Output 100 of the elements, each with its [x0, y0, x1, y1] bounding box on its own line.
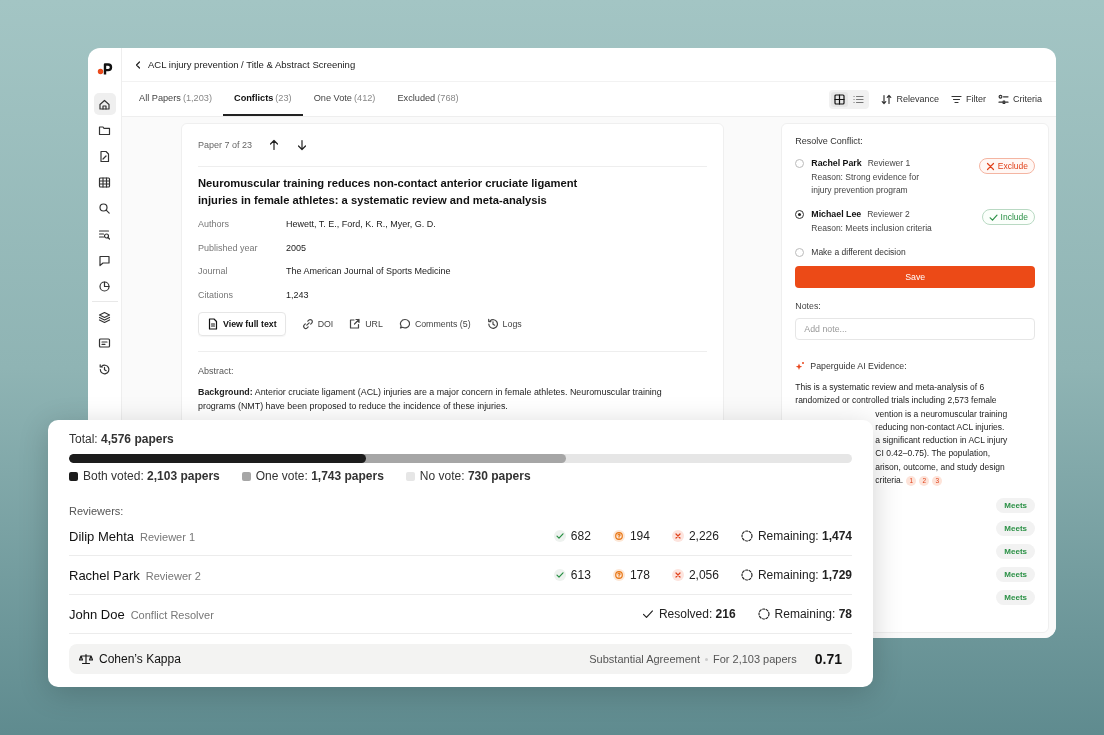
table-icon [98, 175, 111, 189]
dashed-circle-icon [740, 530, 753, 542]
status-badge: Meets [996, 521, 1035, 537]
evidence-text: criteria. [875, 474, 904, 488]
nav-item[interactable] [93, 93, 116, 115]
status-badge: Meets [996, 544, 1035, 560]
stat-value: 613 [570, 568, 591, 582]
notes-label: Notes: [795, 301, 822, 311]
field-value: The American Journal of Sports Medicine [286, 265, 452, 278]
legend-label: No vote: 730 papers [419, 469, 531, 483]
stat-value: Remaining: 78 [774, 607, 852, 621]
search-icon [98, 201, 111, 215]
reviewer-name: Dilip Mehta [69, 528, 135, 544]
chat-icon [98, 253, 111, 267]
section-heading: Resolve Conflict: [795, 136, 864, 146]
grid-view-icon [834, 93, 846, 105]
status-badge: Meets [996, 590, 1035, 606]
reviewer-role: Reviewer 2 [145, 569, 201, 582]
view-full-text-button[interactable]: View full text [198, 312, 286, 336]
stat-value: 178 [629, 568, 650, 582]
stat-value: 194 [629, 529, 650, 543]
stat-value: 2,056 [688, 568, 719, 582]
external-link-icon [349, 318, 361, 330]
layers-icon [98, 310, 111, 324]
kappa-label: Cohen’s Kappa [99, 652, 181, 666]
paper-position: Paper 7 of 23 [198, 140, 253, 150]
cross-icon [985, 161, 995, 171]
field-label: Journal [198, 265, 229, 278]
list-view-icon [853, 93, 865, 105]
field-label: Authors [198, 218, 231, 231]
evidence-text: reducing non-contact ACL injuries. [875, 420, 1005, 434]
sort-icon [881, 93, 893, 105]
check-icon [988, 212, 998, 222]
dashed-circle-icon [740, 569, 753, 581]
folder-icon [98, 123, 111, 137]
tab[interactable]: All Papers (1,203) [128, 82, 223, 116]
reason-text: Reason: Strong evidence for injury prevention program [811, 171, 921, 197]
reviewer-role: Reviewer 1 [140, 530, 196, 543]
notes-field[interactable]: Add note... [795, 318, 1035, 340]
filter-icon [951, 93, 962, 105]
action-link[interactable]: DOI [301, 318, 334, 330]
reviewer-name: Michael Lee [811, 209, 862, 219]
home-icon [98, 97, 111, 111]
tab[interactable]: Excluded (768) [386, 82, 470, 116]
breadcrumb: ACL injury prevention / Title & Abstract Screening [148, 59, 356, 70]
evidence-text: This is a systematic review and meta-analysis of 6 [795, 382, 985, 392]
legend-label: One vote: 1,743 papers [255, 469, 384, 483]
check-icon [641, 608, 654, 620]
comment-icon [398, 318, 410, 330]
decision-badge: Include [981, 209, 1035, 225]
cross-icon [671, 569, 684, 581]
action-link[interactable]: Logs [486, 318, 522, 330]
document-edit-icon [98, 149, 111, 163]
stat-value: 2,226 [688, 529, 719, 543]
reviewer-name: Rachel Park [811, 158, 862, 168]
abstract-heading: Abstract: [198, 366, 235, 376]
section-heading: Paperguide AI Evidence: [810, 361, 907, 371]
reason-text: Reason: Meets inclusion criteria [811, 222, 933, 235]
reviewer-name: John Doe [69, 606, 125, 622]
question-icon [612, 569, 625, 581]
document-icon [207, 318, 218, 330]
action-link[interactable]: URL [349, 318, 383, 330]
reviewer-name: Rachel Park [69, 567, 140, 583]
stat-value: Resolved: 216 [658, 607, 736, 621]
cross-icon [671, 530, 684, 542]
kappa-value: 0.71 [814, 651, 842, 667]
question-icon [612, 530, 625, 542]
sparkle-icon [795, 361, 806, 371]
reviewer-role: Reviewer 2 [867, 209, 910, 219]
field-label: Published year [198, 241, 259, 255]
status-badge: Meets [996, 567, 1035, 583]
evidence-text: randomized or controlled trials including 2,573 female [795, 395, 997, 406]
back-icon[interactable] [134, 59, 142, 70]
link-icon [301, 318, 313, 330]
reviewer-role: Conflict Resolver [130, 608, 214, 621]
sort-button[interactable]: Relevance [881, 93, 939, 105]
total-text: Total: 4,576 papers [69, 432, 175, 446]
history-icon [486, 318, 498, 330]
evidence-text: vention is a neuromuscular training [875, 407, 1008, 421]
evidence-text: arison, outcome, and study design [875, 460, 1005, 474]
status-badge: Meets [996, 498, 1035, 514]
stat-value: Remaining: 1,729 [757, 568, 852, 582]
legend-label: Both voted: 2,103 papers [83, 469, 220, 483]
save-button[interactable]: Save [795, 266, 1035, 288]
criteria-icon [998, 93, 1009, 105]
field-value: Hewett, T. E., Ford, K. R., Myer, G. D. [286, 218, 437, 231]
evidence-text: a significant reduction in ACL injury [875, 434, 1008, 448]
arrow-up-icon[interactable] [268, 139, 281, 151]
view-mode-button[interactable] [831, 91, 849, 107]
arrow-down-icon[interactable] [296, 139, 309, 151]
action-link[interactable]: Comments (5) [398, 318, 471, 330]
tab[interactable]: One Vote (412) [302, 82, 387, 116]
list-search-icon [98, 227, 111, 241]
filter-button[interactable]: Filter [951, 93, 986, 105]
field-label: Citations [198, 288, 234, 302]
scale-icon [79, 653, 93, 665]
criteria-button[interactable]: Criteria [998, 93, 1042, 105]
stat-value: 682 [570, 529, 591, 543]
paper-title: Neuromuscular training reduces non-contact anterior cruciate ligament injuries in female athletes: a systematic review and meta-analysis [198, 176, 579, 208]
stat-value: Remaining: 1,474 [757, 529, 852, 543]
